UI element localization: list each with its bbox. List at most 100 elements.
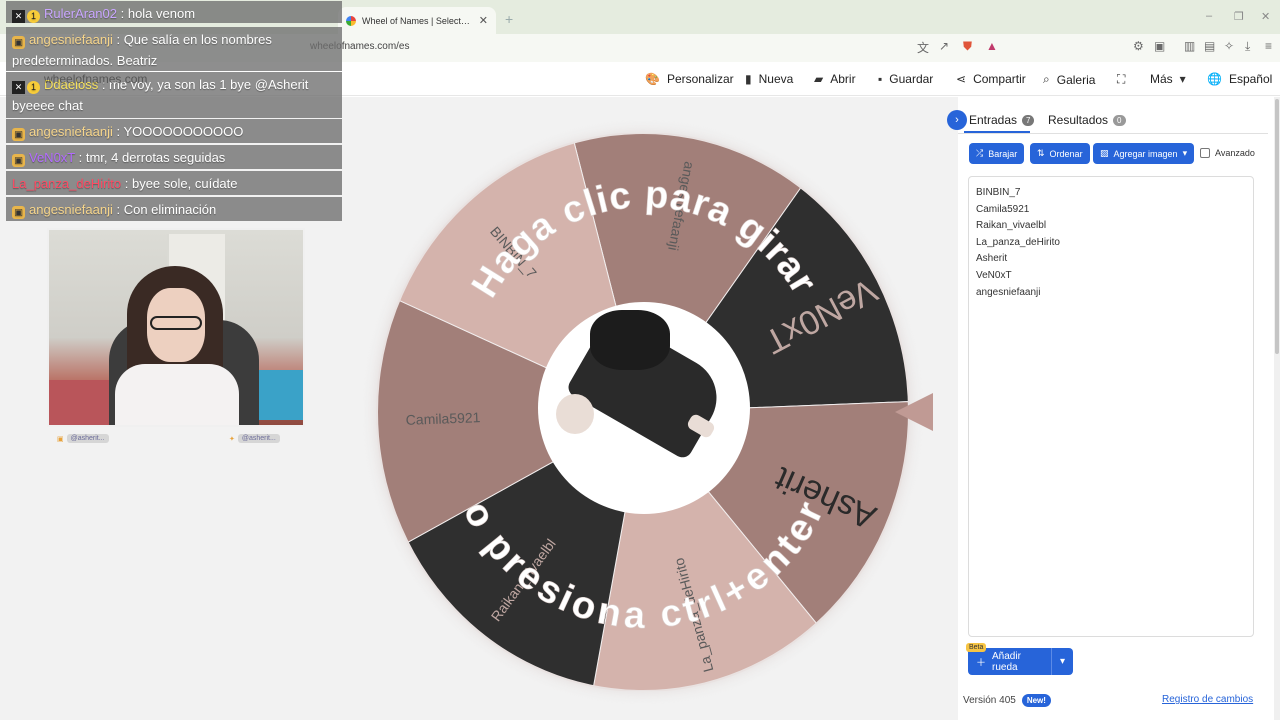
social-twitter: ✦ @asherit... (229, 434, 280, 443)
downloads-icon[interactable]: ⤓ (1245, 39, 1250, 54)
chat-message: La_panza_deHirito : byee sole, cuídate (6, 171, 342, 195)
add-wheel-button[interactable]: ＋ Añadir rueda ▾ (968, 648, 1073, 675)
center-image-face (556, 394, 594, 434)
chat-overlap-url-text: wheelofnames.com (44, 72, 148, 86)
webcam-glasses (150, 316, 202, 330)
rewards-icon[interactable]: ▲ (986, 39, 998, 53)
entries-textarea[interactable]: BINBIN_7 Camila5921 Raikan_vivaelbl La_panz… (968, 176, 1254, 637)
maximize-window-icon[interactable]: ❐ (1234, 10, 1244, 23)
subscriber-badge-icon: ▣ (12, 206, 25, 219)
new-badge[interactable]: New! (1021, 694, 1051, 707)
webcam-blue-mat (259, 370, 303, 420)
chat-username: angesniefaanji (29, 32, 113, 47)
chevron-down-icon: ▾ (1182, 148, 1188, 158)
sort-icon: ⇅ (1037, 148, 1045, 158)
close-window-icon[interactable]: ✕ (1261, 10, 1270, 23)
minimize-window-icon[interactable]: – (1206, 10, 1212, 22)
subscriber-badge-icon: ▣ (12, 128, 25, 141)
extensions-icon[interactable]: ⚙ (1133, 39, 1144, 53)
shuffle-button[interactable]: ⤮ Barajar (969, 143, 1025, 164)
tab-search-icon[interactable]: ▤ (1204, 39, 1215, 53)
wheel-of-names-favicon (346, 15, 356, 26)
browser-tab-wheel-of-names[interactable]: Wheel of Names | Selector de no ✕ (338, 7, 496, 34)
globe-icon: 🌐 (1207, 72, 1222, 86)
chat-text: : byee sole, cuídate (121, 176, 238, 191)
tab-title: Wheel of Names | Selector de no (362, 15, 473, 26)
menu-abrir[interactable]: ▰ Abrir (814, 72, 856, 86)
changelog-link[interactable]: Registro de cambios (1162, 694, 1253, 705)
close-tab-icon[interactable]: ✕ (479, 14, 488, 27)
chat-text: : tmr, 4 derrotas seguidas (75, 150, 226, 165)
advanced-checkbox[interactable]: Avanzado (1200, 148, 1255, 158)
folder-icon: ▰ (814, 72, 824, 86)
chat-message: ▣ VeN0xT : tmr, 4 derrotas seguidas (6, 145, 342, 169)
chat-username: VeN0xT (29, 150, 76, 165)
translate-icon[interactable]: 文 (917, 39, 929, 56)
kofi-icon: ▣ (57, 435, 64, 443)
save-icon: ▪ (878, 72, 883, 86)
chevron-down-icon: ▾ (1179, 72, 1186, 86)
shuffle-icon: ⤮ (976, 148, 984, 158)
subscriber-badge-icon: ▣ (12, 154, 25, 167)
fullscreen-icon: ⛶ (1117, 72, 1126, 86)
tab-entradas[interactable]: Entradas 7 (969, 113, 1035, 127)
chat-text: : hola venom (117, 6, 196, 21)
menu-nueva[interactable]: ▮ Nueva (745, 72, 793, 86)
chat-message: ▣ angesniefaanji : Con eliminación (6, 197, 342, 221)
share-page-icon[interactable]: ↗ (939, 39, 949, 53)
chevron-right-icon: › (955, 114, 959, 126)
sub-badge-icon: 1 (27, 10, 40, 23)
share-icon: ⋖ (956, 72, 967, 86)
browser-menu-icon[interactable]: ≡ (1265, 39, 1272, 53)
chat-message: ✕ 1 RulerAran02 : hola venom (6, 1, 342, 23)
webcam-shirt (115, 364, 239, 425)
x-badge-icon: ✕ (12, 81, 25, 94)
leo-ai-icon[interactable]: ✧ (1224, 39, 1234, 53)
checkbox-box[interactable] (1200, 148, 1210, 158)
tabs-divider (958, 133, 1268, 134)
chat-message: ▣ angesniefaanji : Que salía en los nombr… (6, 27, 342, 71)
fullscreen-button[interactable]: ⛶ (1117, 72, 1125, 87)
entries-count-badge: 7 (1022, 114, 1035, 126)
add-wheel-dropdown[interactable]: ▾ (1051, 648, 1073, 675)
beta-badge: Beta (966, 643, 987, 652)
menu-compartir[interactable]: ⋖ Compartir (956, 72, 1026, 86)
language-selector[interactable]: 🌐 Español (1207, 72, 1272, 86)
sort-button[interactable]: ⇅ Ordenar (1030, 143, 1090, 164)
results-count-badge: 0 (1113, 114, 1126, 126)
chat-message: ▣ angesniefaanji : YOOOOOOOOOOO (6, 119, 342, 143)
add-image-button[interactable]: ▨ Agregar imagen ▾ (1093, 143, 1195, 164)
entry-line: angesniefaanji (976, 286, 1041, 298)
menu-mas[interactable]: Más ▾ (1150, 72, 1186, 86)
subscriber-badge-icon: ▣ (12, 36, 25, 49)
menu-personalizar[interactable]: 🎨 Personalizar (645, 72, 734, 86)
entry-line: BINBIN_7 (976, 187, 1021, 198)
entry-line: La_panza_deHirito (976, 236, 1060, 248)
collapse-panel-button[interactable]: › (947, 110, 967, 130)
menu-guardar[interactable]: ▪ Guardar (878, 72, 933, 86)
menu-galeria[interactable]: ⌕ Galeria (1043, 72, 1095, 87)
sidebar-icon[interactable]: ▥ (1184, 39, 1195, 53)
chat-text: : Con eliminación (112, 202, 217, 217)
search-icon: ⌕ (1043, 72, 1050, 86)
entry-line: Raikan_vivaelbl (976, 220, 1047, 232)
entry-line: Asherit (976, 253, 1008, 265)
wheel-slice-label: Camila5921 (405, 409, 480, 428)
sub-badge-icon: 1 (27, 81, 40, 94)
center-image-hair (590, 310, 670, 370)
scrollbar-thumb[interactable] (1275, 99, 1279, 354)
webcam-overlay (47, 228, 305, 427)
chat-username: angesniefaanji (29, 124, 113, 139)
chat-text: : YOOOOOOOOOOO (112, 124, 244, 139)
social-kofi: ▣ @asherit... (57, 434, 109, 443)
brave-shield-icon[interactable]: ⛊ (963, 39, 972, 54)
new-tab-button[interactable]: + (505, 11, 513, 27)
file-icon: ▮ (745, 72, 752, 86)
x-badge-icon: ✕ (12, 10, 25, 23)
entry-line: VeN0xT (976, 269, 1012, 281)
wheel-center-image[interactable] (538, 302, 750, 514)
entry-line: Camila5921 (976, 203, 1030, 215)
twitter-icon: ✦ (229, 435, 235, 443)
tab-resultados[interactable]: Resultados 0 (1048, 113, 1126, 127)
wallet-icon[interactable]: ▣ (1154, 39, 1165, 53)
